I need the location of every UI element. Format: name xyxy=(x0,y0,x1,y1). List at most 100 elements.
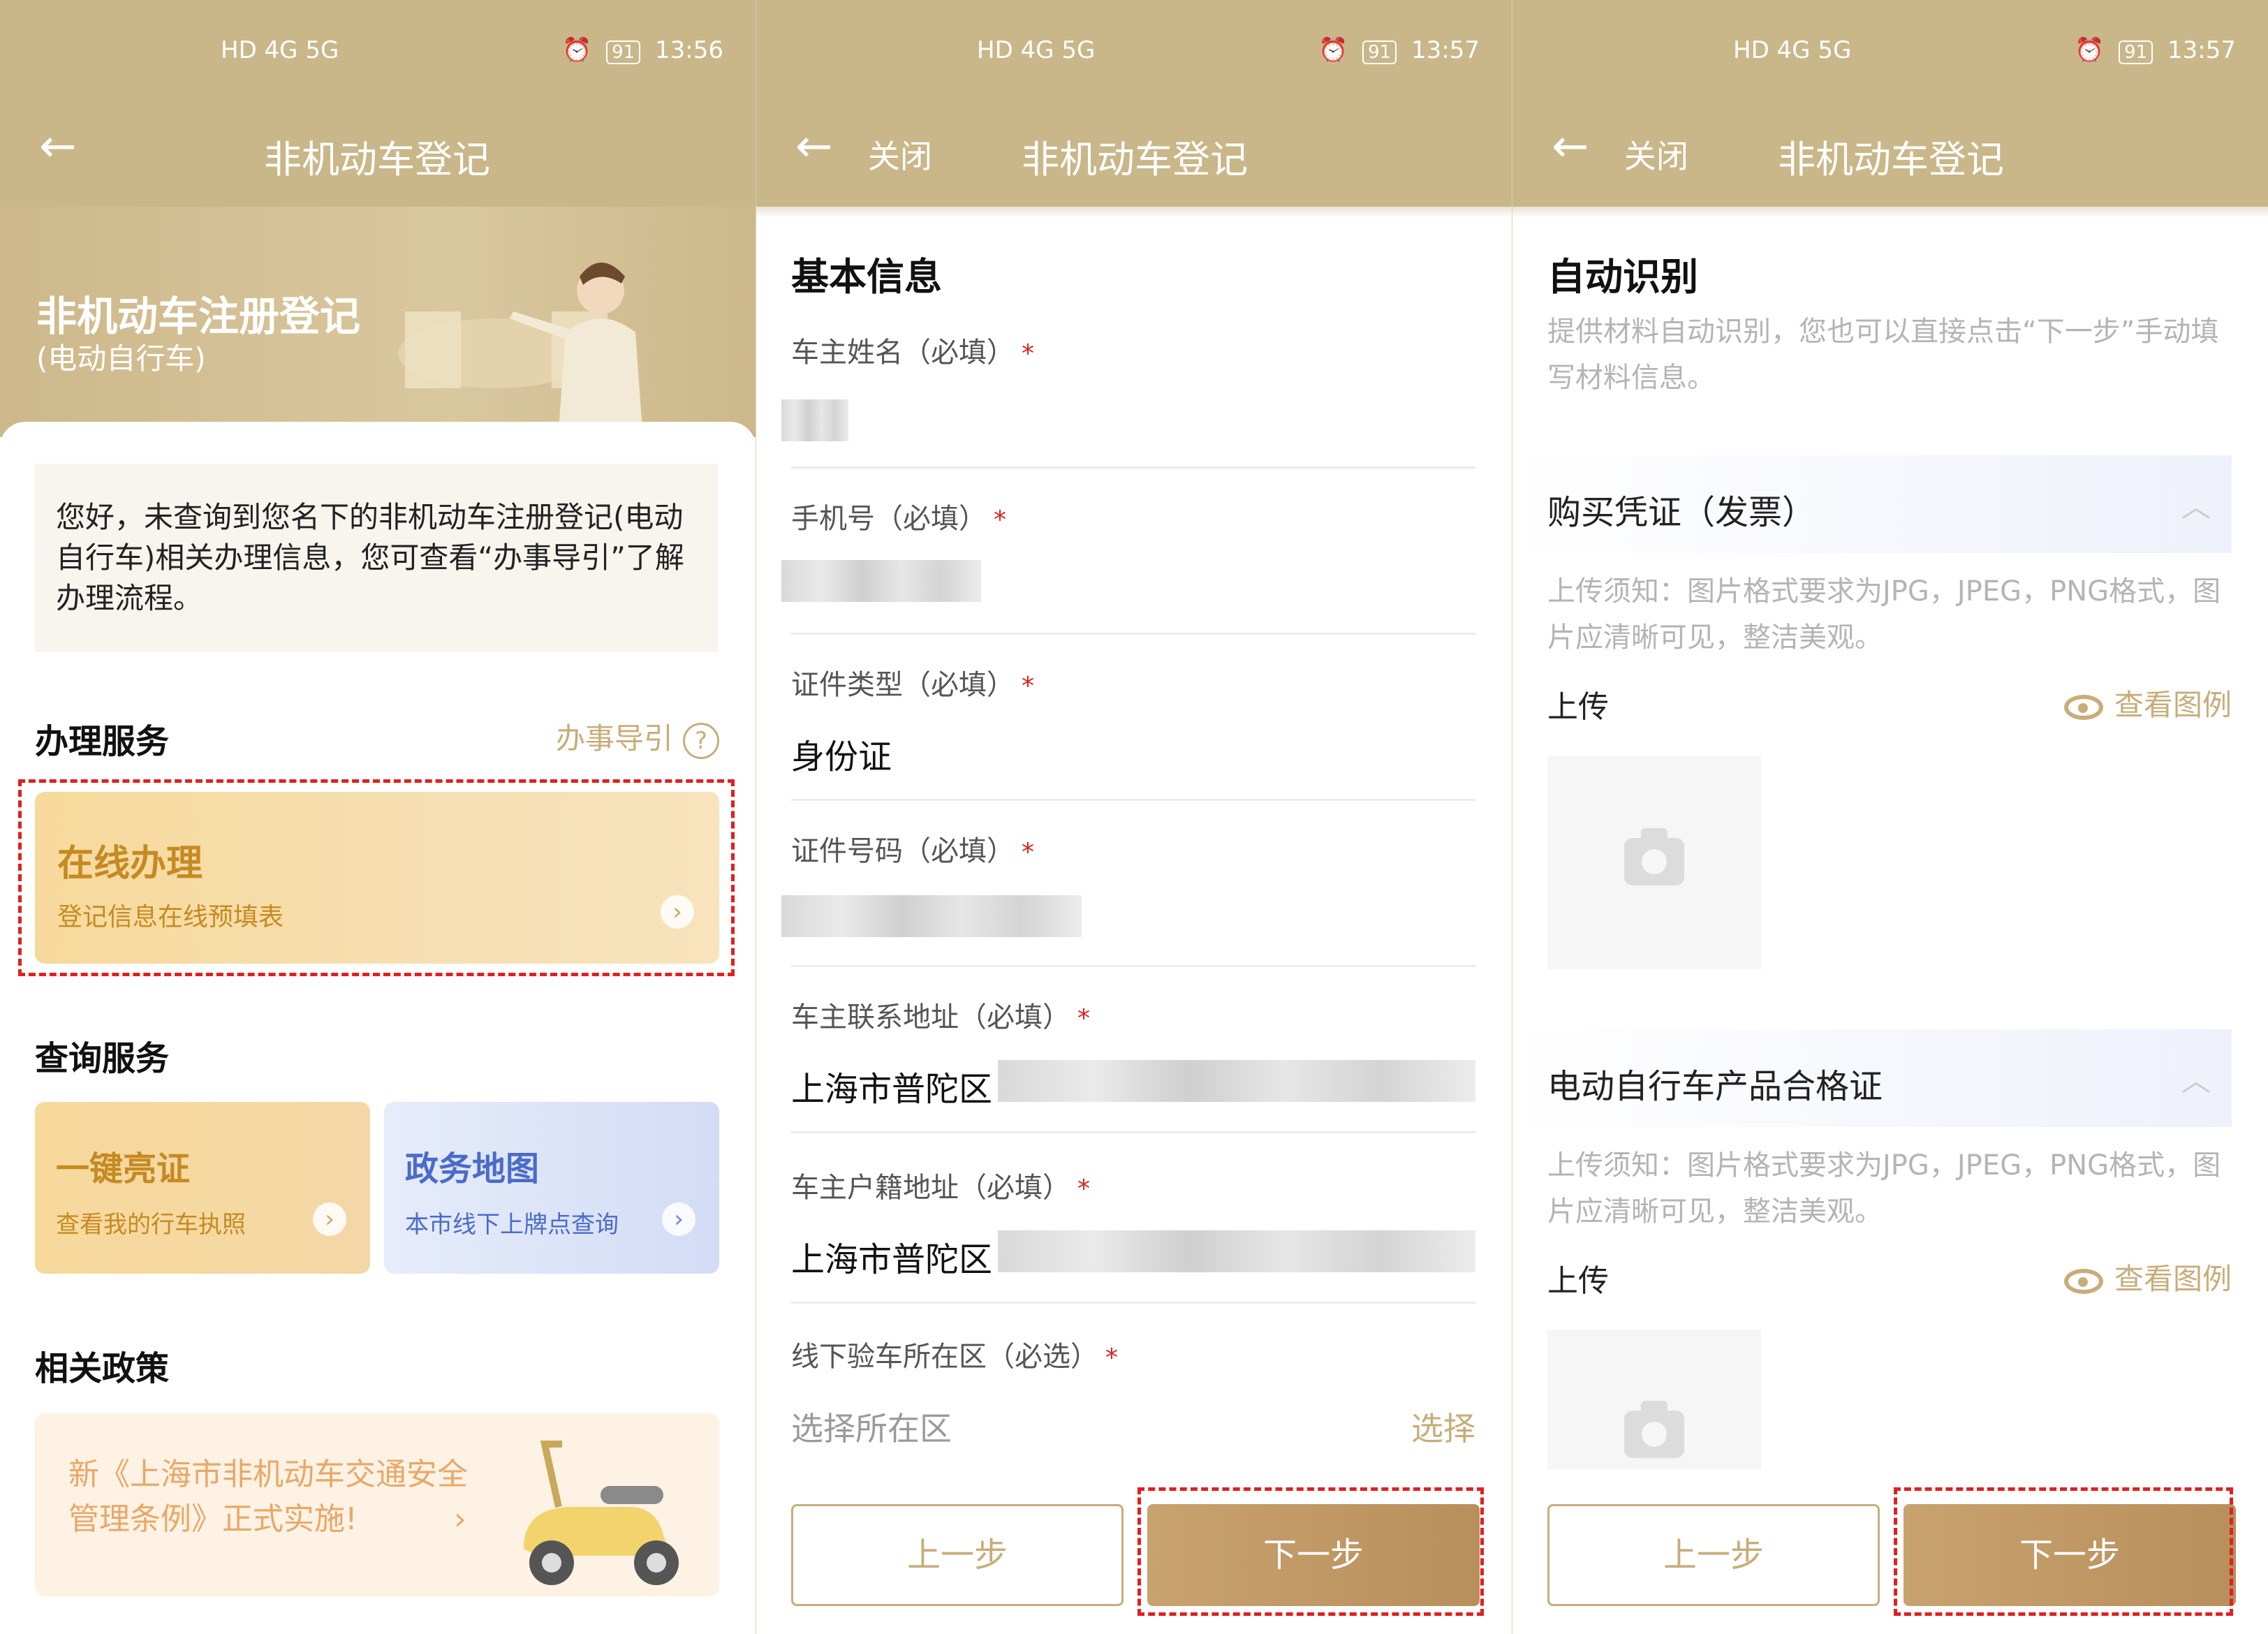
close-link[interactable]: 关闭 xyxy=(868,131,932,177)
district-label: 线下验车所在区（必选） * xyxy=(791,1341,1118,1373)
status-bar-right: ⏰ 91 13:56 xyxy=(562,36,723,75)
field-label: 车主联系地址（必填） * xyxy=(791,1001,1090,1033)
invoice-upload-box[interactable] xyxy=(1547,756,1761,969)
id-type-field[interactable]: 证件类型（必填） * 身份证 xyxy=(791,662,1475,801)
upload-note: 上传须知：图片格式要求为JPG，JPEG，PNG格式，图片应清晰可见，整洁美观。 xyxy=(1547,1149,2221,1228)
panel-basic-info: HD 4G 5G ⏰ 91 13:57 ← 关闭 非机动车登记 基本信息 车主姓… xyxy=(756,0,1512,1634)
camera-icon xyxy=(1624,1401,1684,1458)
id-number-field[interactable]: 证件号码（必填） * xyxy=(781,828,1475,967)
redacted-value xyxy=(781,895,1082,937)
prev-step-button[interactable]: 上一步 xyxy=(791,1504,1124,1606)
title-bar: ← 非机动车登记 xyxy=(0,112,756,189)
upload-label: 上传 xyxy=(1547,1263,1609,1299)
battery-icon: 91 xyxy=(1362,41,1397,64)
chevron-right-icon: › xyxy=(313,1202,346,1236)
presenter-illustration xyxy=(398,263,642,430)
highlight-next-button xyxy=(1137,1487,1484,1616)
alarm-icon: ⏰ xyxy=(561,36,592,64)
home-content: 您好，未查询到您名下的非机动车注册登记(电动自行车)相关办理信息，您可查看“办事… xyxy=(0,422,756,1634)
field-label: 证件类型（必填） * xyxy=(791,669,1034,701)
gov-map-card[interactable]: 政务地图 本市线下上牌点查询 › xyxy=(384,1102,719,1274)
view-example-label: 查看图例 xyxy=(2114,688,2232,722)
alarm-icon: ⏰ xyxy=(1318,36,1348,64)
eye-icon xyxy=(2063,694,2103,720)
network-icons: HD 4G 5G xyxy=(1733,36,1852,64)
redacted-value xyxy=(781,560,981,602)
header-shadow xyxy=(1512,207,2268,218)
app-header: HD 4G 5G ⏰ 91 13:57 ← 关闭 非机动车登记 xyxy=(756,0,1512,207)
question-icon: ? xyxy=(683,722,719,759)
banner-subtitle: (电动自行车) xyxy=(36,341,206,376)
show-license-card[interactable]: 一键亮证 查看我的行车执照 › xyxy=(35,1102,370,1274)
clock: 13:56 xyxy=(655,36,723,64)
eye-icon xyxy=(2063,1268,2103,1294)
chevron-right-icon: › xyxy=(662,1202,695,1236)
contact-address-field[interactable]: 车主联系地址（必填） * 上海市普陀区 xyxy=(791,994,1475,1133)
section-title: 自动识别 xyxy=(1547,255,1698,299)
status-bar-left: HD 4G 5G xyxy=(977,36,1103,75)
no-record-notice: 您好，未查询到您名下的非机动车注册登记(电动自行车)相关办理信息，您可查看“办事… xyxy=(35,464,718,652)
header-shadow xyxy=(756,207,1512,218)
status-bar-left: HD 4G 5G xyxy=(221,36,347,75)
status-bar-right: ⏰ 91 13:57 xyxy=(1318,36,1480,75)
field-value: 身份证 xyxy=(791,737,892,776)
household-address-field[interactable]: 车主户籍地址（必填） * 上海市普陀区 xyxy=(791,1165,1475,1304)
tile-subtitle: 查看我的行车执照 xyxy=(56,1211,246,1239)
tile-subtitle: 本市线下上牌点查询 xyxy=(405,1211,619,1239)
upload-label: 上传 xyxy=(1547,689,1609,725)
guide-label: 办事导引 xyxy=(555,721,673,756)
page-title: 非机动车登记 xyxy=(264,138,490,182)
invoice-section-header[interactable]: 购买凭证（发票） ︿ xyxy=(1512,455,2232,553)
clock: 13:57 xyxy=(2167,36,2236,64)
page-title: 非机动车登记 xyxy=(1778,138,2004,182)
scooter-illustration xyxy=(524,1441,679,1585)
prev-step-button[interactable]: 上一步 xyxy=(1547,1504,1880,1606)
field-label: 车主户籍地址（必填） * xyxy=(791,1172,1090,1204)
redacted-value xyxy=(998,1230,1475,1272)
alarm-icon: ⏰ xyxy=(2074,36,2105,64)
redacted-value xyxy=(781,399,848,441)
title-bar: ← 关闭 非机动车登记 xyxy=(1512,112,2268,189)
chevron-up-icon: ︿ xyxy=(2181,1063,2211,1098)
highlight-online-service xyxy=(18,779,735,976)
district-placeholder[interactable]: 选择所在区 xyxy=(791,1404,952,1450)
owner-name-field[interactable]: 车主姓名（必填） * xyxy=(781,330,1475,469)
view-example-link[interactable]: 查看图例 xyxy=(2063,682,2232,724)
registration-banner: 非机动车注册登记 (电动自行车) xyxy=(0,207,756,437)
network-icons: HD 4G 5G xyxy=(977,36,1096,64)
redacted-value xyxy=(998,1060,1475,1102)
status-bar-left: HD 4G 5G xyxy=(1733,36,1860,75)
certificate-upload-box[interactable] xyxy=(1547,1330,1761,1469)
guide-link[interactable]: 办事导引? xyxy=(556,715,719,759)
banner-title: 非机动车注册登记 xyxy=(36,293,361,340)
field-label: 手机号（必填） * xyxy=(791,503,1006,535)
service-section-title: 办理服务 xyxy=(35,722,170,761)
page-title: 非机动车登记 xyxy=(1022,138,1248,182)
clock: 13:57 xyxy=(1411,36,1480,64)
field-value: 上海市普陀区 xyxy=(791,1070,993,1109)
field-label: 车主姓名（必填） * xyxy=(791,337,1034,369)
auto-recognition-description: 提供材料自动识别，您也可以直接点击“下一步”手动填写材料信息。 xyxy=(1547,316,2219,394)
certificate-section-header[interactable]: 电动自行车产品合格证 ︿ xyxy=(1512,1029,2232,1127)
section-title: 基本信息 xyxy=(791,255,942,299)
panel-auto-recognition: HD 4G 5G ⏰ 91 13:57 ← 关闭 非机动车登记 自动识别 提供材… xyxy=(1512,0,2268,1634)
policy-text: 新《上海市非机动车交通安全管理条例》正式实施! xyxy=(68,1457,468,1537)
chevron-up-icon: ︿ xyxy=(2181,490,2211,524)
highlight-next-button xyxy=(1894,1487,2233,1616)
policy-card[interactable]: 新《上海市非机动车交通安全管理条例》正式实施! › xyxy=(35,1413,719,1596)
phone-field[interactable]: 手机号（必填） * xyxy=(781,496,1475,635)
tile-title: 一键亮证 xyxy=(56,1149,191,1188)
battery-icon: 91 xyxy=(2119,41,2153,64)
view-example-link[interactable]: 查看图例 xyxy=(2063,1256,2232,1298)
arrow-left-icon[interactable]: ← xyxy=(39,124,77,169)
certificate-title: 电动自行车产品合格证 xyxy=(1547,1067,1883,1106)
arrow-left-icon[interactable]: ← xyxy=(1552,124,1589,169)
policy-section-title: 相关政策 xyxy=(35,1349,170,1388)
arrow-left-icon[interactable]: ← xyxy=(795,124,833,169)
select-district-link[interactable]: 选择 xyxy=(1411,1404,1475,1450)
title-bar: ← 关闭 非机动车登记 xyxy=(756,112,1512,189)
query-section-title: 查询服务 xyxy=(35,1039,170,1078)
app-header: HD 4G 5G ⏰ 91 13:57 ← 关闭 非机动车登记 xyxy=(1512,0,2268,207)
close-link[interactable]: 关闭 xyxy=(1624,131,1688,177)
invoice-title: 购买凭证（发票） xyxy=(1547,493,1816,532)
